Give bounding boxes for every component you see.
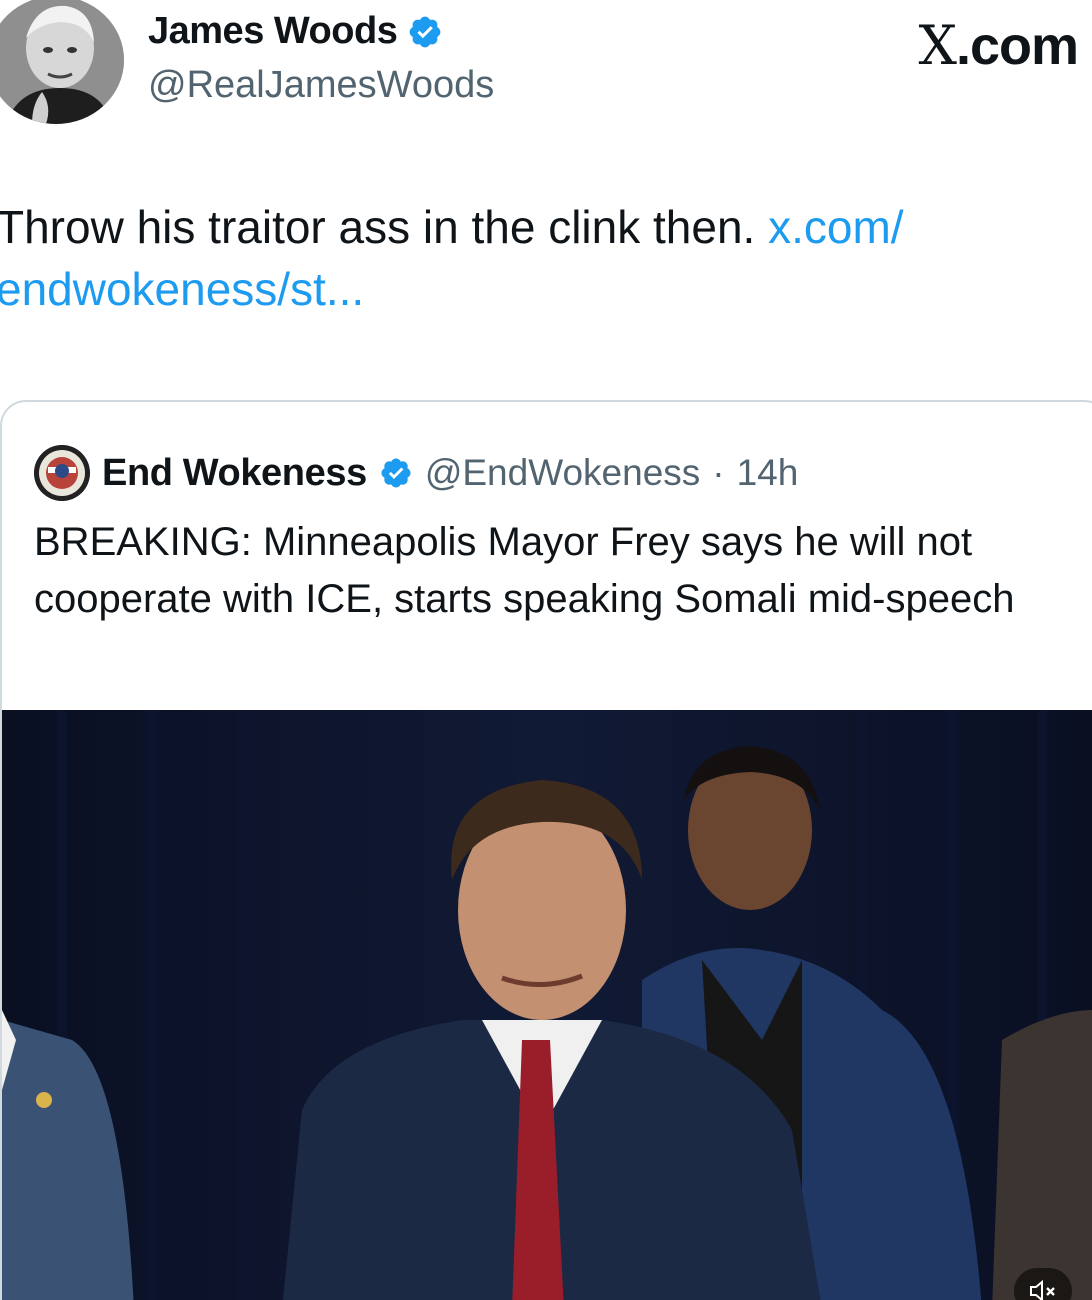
- quoted-author-name[interactable]: End Wokeness: [102, 452, 367, 495]
- tweet-body: Throw his traitor ass in the clink then.: [0, 201, 769, 253]
- screenshot-page: James Woods @RealJamesWoods X.com Throw …: [0, 0, 1092, 1300]
- video-thumbnail-icon: [2, 710, 1092, 1300]
- quoted-video[interactable]: [2, 710, 1092, 1300]
- author-handle[interactable]: @RealJamesWoods: [148, 64, 494, 107]
- mute-button[interactable]: [1014, 1268, 1072, 1300]
- quoted-avatar-icon: [34, 445, 90, 501]
- author-avatar[interactable]: [0, 0, 124, 124]
- meta-separator: ·: [712, 452, 725, 493]
- verified-badge-icon: [409, 16, 441, 47]
- quoted-tweet-header: End Wokeness @EndWokeness · 14h: [34, 445, 799, 501]
- x-logo-mark: X: [918, 14, 957, 77]
- quoted-timestamp[interactable]: 14h: [737, 452, 799, 494]
- quoted-author-avatar[interactable]: [34, 445, 90, 501]
- x-com-logo: X.com: [918, 14, 1080, 77]
- author-name-row[interactable]: James Woods: [148, 10, 443, 53]
- quoted-verified-badge-icon: [381, 458, 411, 488]
- quoted-author-handle[interactable]: @EndWokeness: [425, 452, 700, 494]
- volume-muted-icon: [1030, 1279, 1055, 1300]
- x-logo-suffix: .com: [955, 16, 1079, 76]
- author-name[interactable]: James Woods: [148, 10, 398, 53]
- portrait-avatar-icon: [0, 0, 124, 124]
- quoted-tweet-card[interactable]: End Wokeness @EndWokeness · 14h BREAKING…: [0, 400, 1092, 1300]
- tweet-text: Throw his traitor ass in the clink then.…: [0, 196, 1076, 320]
- quoted-tweet-text: BREAKING: Minneapolis Mayor Frey says he…: [34, 520, 1015, 621]
